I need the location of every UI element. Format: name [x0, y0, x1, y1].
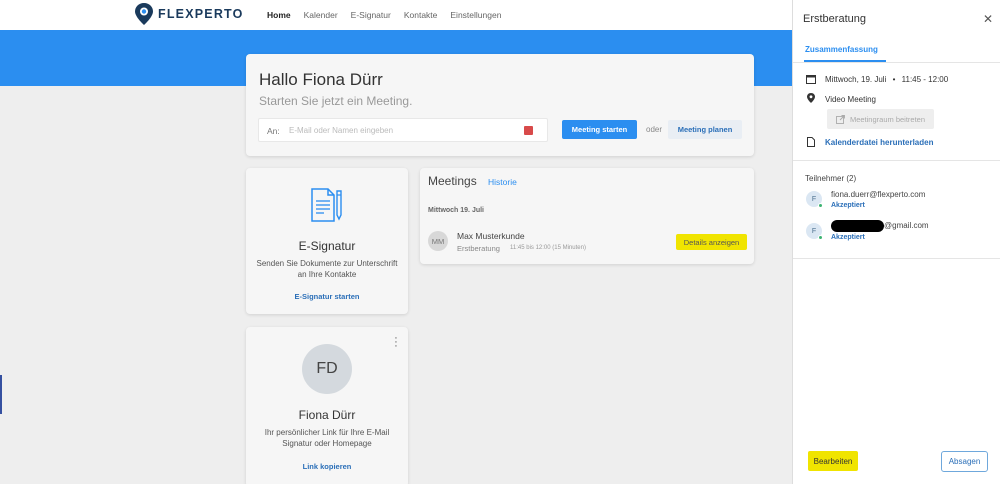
scroll-indicator	[0, 375, 2, 414]
cancel-meeting-button[interactable]: Absagen	[941, 451, 988, 472]
file-icon	[807, 137, 815, 147]
meetings-title: Meetings	[428, 174, 477, 188]
meeting-location: Video Meeting	[825, 95, 876, 104]
history-link[interactable]: Historie	[488, 177, 517, 187]
participant-email: fiona.duerr@flexperto.com	[831, 190, 926, 199]
close-icon[interactable]: ✕	[983, 12, 993, 26]
logo-pin-icon	[135, 3, 153, 25]
invite-input[interactable]	[289, 123, 519, 138]
greeting-card: Hallo Fiona Dürr Starten Sie jetzt ein M…	[246, 54, 754, 156]
meeting-date: Mittwoch, 19. Juli	[825, 75, 887, 84]
invite-label: An:	[267, 126, 280, 136]
avatar: MM	[428, 231, 448, 251]
nav-settings[interactable]: Einstellungen	[450, 10, 501, 20]
start-esignature-link[interactable]: E-Signatur starten	[246, 292, 408, 301]
divider	[793, 62, 1000, 63]
download-calendar-link[interactable]: Kalenderdatei herunterladen	[825, 138, 933, 147]
profile-card: · · · FD Fiona Dürr Ihr persönlicher Link …	[246, 327, 408, 484]
meeting-type: Erstberatung	[457, 244, 500, 253]
meetings-date-header: Mittwoch 19. Juli	[428, 207, 485, 214]
greeting-title: Hallo Fiona Dürr	[259, 70, 383, 89]
external-link-icon	[836, 114, 845, 124]
document-pen-icon	[311, 188, 342, 222]
date-time-separator: •	[892, 75, 896, 84]
meetings-card: Meetings Historie Mittwoch 19. Juli MM M…	[420, 168, 754, 264]
invite-field-row: An:	[258, 118, 548, 142]
main-nav: Home Kalender E-Signatur Kontakte Einste…	[267, 10, 501, 20]
profile-avatar: FD	[302, 344, 352, 394]
copy-link[interactable]: Link kopieren	[246, 462, 408, 471]
or-text: oder	[646, 125, 663, 134]
show-details-button[interactable]: Details anzeigen	[676, 234, 747, 250]
tab-summary[interactable]: Zusammenfassung	[805, 45, 878, 54]
participant-email: @gmail.com	[884, 221, 929, 230]
esignature-card: E-Signatur Senden Sie Dokumente zur Unte…	[246, 168, 408, 314]
meeting-time-range: 11:45 - 12:00	[901, 75, 949, 84]
edit-button[interactable]: Bearbeiten	[808, 451, 858, 471]
join-meeting-room-button: Meetingraum beitreten	[827, 109, 934, 129]
participant-status: Akzeptiert	[831, 202, 865, 209]
profile-description: Ihr persönlicher Link für Ihre E-Mail Si…	[264, 428, 390, 448]
address-book-icon[interactable]	[524, 126, 533, 135]
meeting-contact-name: Max Musterkunde	[457, 231, 525, 241]
nav-esignature[interactable]: E-Signatur	[351, 10, 391, 20]
panel-title: Erstberatung	[803, 13, 866, 25]
top-navbar: FLEXPERTO Home Kalender E-Signatur Konta…	[0, 0, 792, 30]
divider	[793, 258, 1000, 259]
online-status-dot	[818, 235, 823, 240]
join-meeting-room-label: Meetingraum beitreten	[849, 114, 926, 124]
nav-contacts[interactable]: Kontakte	[404, 10, 438, 20]
meeting-time: 11:45 bis 12:00 (15 Minuten)	[510, 245, 586, 251]
participant-status: Akzeptiert	[831, 234, 865, 241]
online-status-dot	[818, 203, 823, 208]
greeting-subtitle: Starten Sie jetzt ein Meeting.	[259, 94, 413, 108]
start-meeting-button[interactable]: Meeting starten	[562, 120, 637, 139]
calendar-icon	[806, 75, 816, 84]
profile-name: Fiona Dürr	[298, 408, 356, 422]
brand-name: FLEXPERTO	[158, 7, 244, 21]
more-options-icon[interactable]: · · ·	[392, 333, 400, 352]
esignature-title: E-Signatur	[298, 239, 356, 253]
location-pin-icon	[807, 93, 815, 103]
brand-logo[interactable]: FLEXPERTO	[135, 3, 244, 25]
participants-title: Teilnehmer (2)	[805, 174, 857, 183]
plan-meeting-button[interactable]: Meeting planen	[668, 120, 742, 139]
esignature-description: Senden Sie Dokumente zur Unterschrift an…	[256, 259, 398, 279]
meeting-detail-panel: Erstberatung ✕ Zusammenfassung Mittwoch,…	[792, 0, 1000, 484]
nav-home[interactable]: Home	[267, 10, 291, 20]
nav-calendar[interactable]: Kalender	[304, 10, 338, 20]
divider	[793, 160, 1000, 161]
redacted-email	[831, 220, 884, 232]
